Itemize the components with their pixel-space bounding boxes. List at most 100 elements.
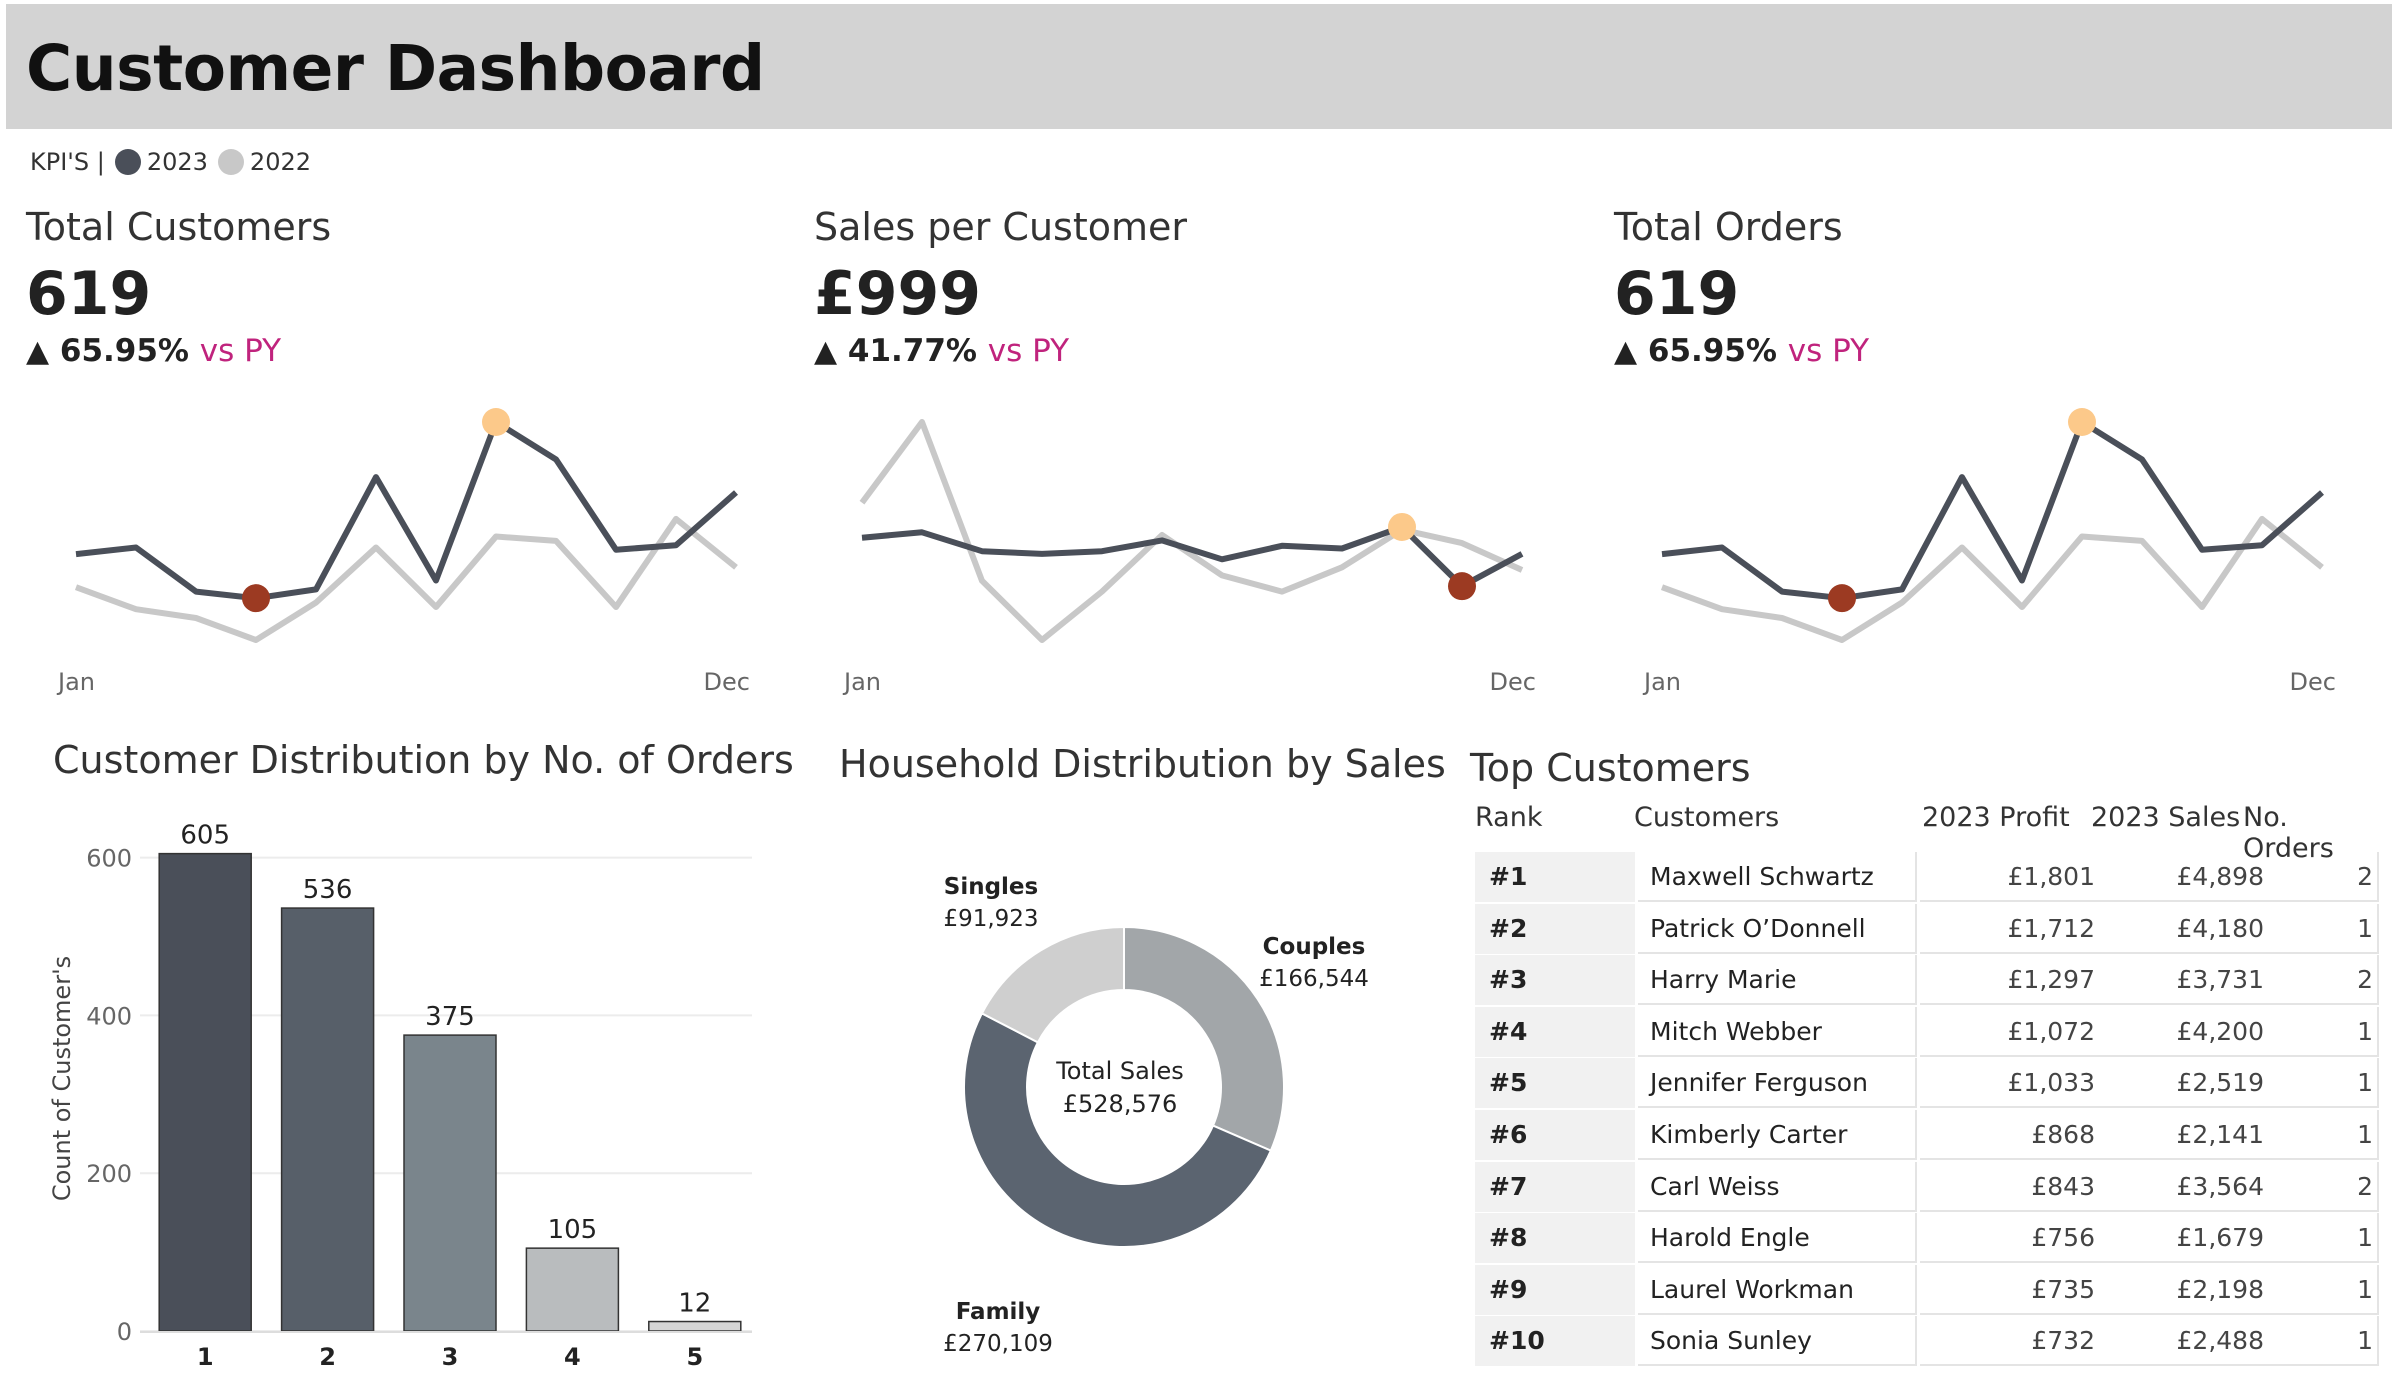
y-tick-label: 0 — [117, 1318, 132, 1346]
kpi-label: Total Customers — [26, 205, 332, 249]
orders-cell: 1 — [2357, 1326, 2373, 1356]
bar — [158, 852, 252, 1332]
orders-cell: 1 — [2357, 1274, 2373, 1304]
series-2022-line — [859, 419, 1524, 643]
col-header-sales: 2023 Sales — [2091, 802, 2241, 833]
col-header-rank: Rank — [1475, 802, 1543, 833]
kpi-value: 619 — [26, 259, 152, 329]
slice-label: Family — [956, 1299, 1041, 1325]
kpi-total-orders: Total Orders 619 ▲ 65.95% vs PY — [1614, 205, 2334, 369]
y-tick-label: 400 — [86, 1002, 132, 1030]
kpi-change-value: 65.95% — [59, 333, 189, 369]
donut-chart: Total Sales £528,576 Couples £166,544 Family… — [943, 874, 1369, 1357]
customer-name-cell: Harry Marie — [1638, 955, 1917, 1006]
profit-cell: £732 — [2031, 1326, 2095, 1356]
x-tick-label: 5 — [686, 1343, 703, 1371]
kpi-label: Sales per Customer — [814, 205, 1188, 249]
kpi-sales-per-customer: Sales per Customer £999 ▲ 41.77% vs PY — [814, 205, 1534, 369]
y-tick-label: 200 — [86, 1160, 132, 1188]
x-tick-label: 2 — [319, 1343, 336, 1371]
x-label-end: Dec — [2290, 668, 2336, 696]
rank-cell: #6 — [1475, 1110, 1635, 1160]
sparkline-sales-per-customer: Jan Dec — [842, 419, 1536, 696]
orders-cell: 2 — [2357, 862, 2373, 891]
rank-cell: #7 — [1475, 1161, 1635, 1212]
orders-cell: 1 — [2357, 913, 2373, 943]
kpi-total-customers: Total Customers 619 ▲ 65.95% vs PY — [26, 205, 746, 369]
table-row: #4 Mitch Webber £1,072 £4,200 1 — [1475, 1006, 2379, 1057]
table-row: #7 Carl Weiss £843 £3,564 2 — [1475, 1161, 2379, 1212]
x-label-end: Dec — [1490, 668, 1536, 696]
table-title: Top Customers — [1470, 746, 1751, 790]
x-tick-label: 3 — [442, 1343, 459, 1371]
legend-prefix: KPI'S | — [30, 148, 105, 176]
rank-cell: #5 — [1475, 1058, 1635, 1109]
bar — [648, 1320, 742, 1332]
rank-cell: #9 — [1475, 1264, 1635, 1315]
up-triangle-icon: ▲ — [814, 334, 838, 369]
x-tick-label: 1 — [197, 1343, 214, 1371]
bar-value-label: 375 — [425, 1002, 475, 1032]
donut-center-value: £528,576 — [1063, 1090, 1178, 1118]
customer-name-cell: Harold Engle — [1638, 1213, 1917, 1264]
customer-name-cell: Sonia Sunley — [1638, 1316, 1917, 1367]
donut-slice-singles — [980, 925, 1125, 1044]
rank-cell: #10 — [1475, 1316, 1635, 1367]
kpi-change: ▲ 65.95% vs PY — [26, 333, 746, 369]
bar — [525, 1247, 620, 1332]
up-triangle-icon: ▲ — [1614, 334, 1638, 369]
page-title: Customer Dashboard — [26, 32, 765, 105]
bar — [403, 1034, 497, 1332]
profit-cell: £735 — [2031, 1274, 2095, 1304]
bar-value-label: 105 — [548, 1215, 598, 1245]
dashboard-header: Customer Dashboard — [6, 4, 2392, 129]
customer-name-cell: Jennifer Ferguson — [1638, 1058, 1917, 1109]
max-point-marker — [1388, 512, 1416, 541]
kpi-vs-label: vs PY — [987, 333, 1070, 369]
kpi-label: Total Orders — [1614, 205, 1843, 249]
min-point-marker — [242, 584, 270, 613]
orders-cell: 1 — [2357, 1120, 2373, 1149]
col-header-profit: 2023 Profit — [1922, 802, 2070, 833]
orders-cell: 2 — [2357, 965, 2373, 995]
sparkline-total-customers: Jan Dec — [56, 408, 750, 696]
kpi-change-value: 41.77% — [847, 333, 977, 369]
customer-name-cell: Laurel Workman — [1638, 1264, 1917, 1315]
bar-value-label: 536 — [303, 875, 353, 905]
kpi-legend: KPI'S | 2023 2022 — [30, 148, 311, 176]
customer-name-cell: Maxwell Schwartz — [1638, 852, 1917, 902]
table-row: #9 Laurel Workman £735 £2,198 1 — [1475, 1264, 2379, 1315]
bar-chart: 0 200 400 600 Count of Customer's 605 1 536 2 375… — [48, 821, 752, 1371]
donut-center-label: Total Sales — [1055, 1057, 1184, 1085]
orders-cell: 1 — [2357, 1223, 2373, 1253]
bar — [280, 907, 375, 1332]
kpi-vs-label: vs PY — [199, 333, 282, 369]
kpi-change: ▲ 65.95% vs PY — [1614, 333, 2334, 369]
customer-name-cell: Kimberly Carter — [1638, 1110, 1917, 1160]
x-tick-label: 4 — [564, 1343, 581, 1371]
x-label-start: Jan — [56, 668, 95, 696]
rank-cell: #2 — [1475, 903, 1635, 954]
legend-2022-dot — [217, 149, 244, 175]
min-point-marker — [1828, 584, 1856, 613]
max-point-marker — [482, 408, 510, 436]
table-row: #8 Harold Engle £756 £1,679 1 — [1475, 1213, 2379, 1264]
rank-cell: #3 — [1475, 955, 1635, 1006]
kpi-change: ▲ 41.77% vs PY — [814, 333, 1534, 369]
profit-cell: £1,072 — [2007, 1016, 2095, 1046]
profit-cell: £1,801 — [2007, 862, 2095, 891]
table-row: #2 Patrick O’Donnell £1,712 £4,180 1 — [1475, 903, 2379, 954]
profit-cell: £756 — [2031, 1223, 2095, 1253]
orders-cell: 1 — [2357, 1016, 2373, 1046]
donut-chart-title: Household Distribution by Sales — [839, 742, 1446, 786]
table-row: #1 Maxwell Schwartz £1,801 £4,898 2 — [1475, 852, 2379, 902]
table-row: #5 Jennifer Ferguson £1,033 £2,519 1 — [1475, 1058, 2379, 1109]
bar-value-label: 605 — [180, 821, 230, 851]
legend-2023-label: 2023 — [146, 148, 208, 176]
bar-value-label: 12 — [678, 1289, 711, 1319]
slice-value: £270,109 — [943, 1331, 1053, 1357]
y-tick-label: 600 — [86, 845, 132, 873]
x-label-start: Jan — [842, 668, 881, 696]
kpi-value: £999 — [814, 259, 981, 329]
min-point-marker — [1448, 572, 1476, 601]
